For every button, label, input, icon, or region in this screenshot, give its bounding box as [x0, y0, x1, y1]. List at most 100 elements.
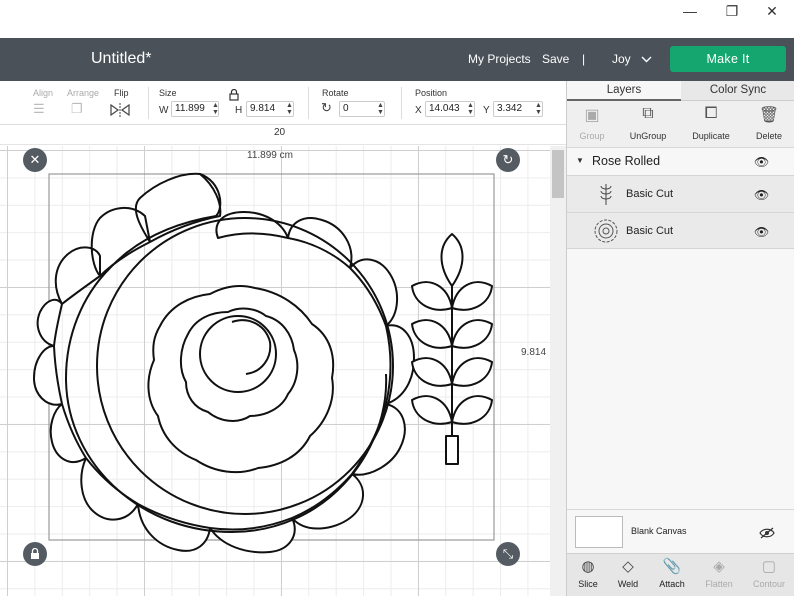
flatten-button[interactable]: ◈ Flatten: [698, 557, 740, 589]
group-name: Rose Rolled: [592, 154, 661, 168]
group-icon: ▣: [584, 107, 600, 124]
eye-icon[interactable]: 👁: [754, 188, 769, 202]
edit-toolbar: Align ☰ Arrange ❐ Flip Size W 11.899 ▲ ▼ …: [0, 81, 566, 125]
paperclip-icon: 📎: [662, 558, 682, 575]
tab-layers[interactable]: Layers: [567, 81, 681, 101]
layer-name: Basic Cut: [626, 225, 674, 237]
attach-button[interactable]: 📎 Attach: [651, 557, 693, 589]
restore-icon: ❐: [725, 2, 739, 19]
eye-hidden-icon[interactable]: [759, 527, 775, 539]
rose-thumbnail: [594, 219, 618, 243]
ungroup-icon: ⧉: [642, 105, 654, 122]
height-label: H: [235, 105, 243, 116]
minimize-button[interactable]: —: [670, 0, 710, 22]
duplicate-icon: ⧠: [704, 105, 718, 122]
artwork[interactable]: [0, 146, 566, 596]
header-divider: |: [582, 52, 586, 66]
duplicate-button[interactable]: ⧠ Duplicate: [683, 105, 739, 141]
layer-row[interactable]: Basic Cut 👁: [567, 212, 794, 249]
duplicate-label: Duplicate: [692, 131, 730, 141]
x-label: X: [415, 105, 422, 116]
layer-group-row[interactable]: ▼ Rose Rolled 👁: [567, 148, 794, 175]
position-y-spinner[interactable]: ▲ ▼: [535, 102, 542, 116]
layers-list: ▼ Rose Rolled 👁 Basic Cut 👁 Basic Cut 👁: [567, 147, 794, 509]
tab-color-sync[interactable]: Color Sync: [681, 81, 794, 101]
trash-icon: 🗑: [758, 107, 780, 124]
restore-button[interactable]: ❐: [712, 0, 752, 22]
arrange-icon[interactable]: ❐: [71, 101, 83, 117]
resize-handle[interactable]: ⤡: [496, 542, 520, 566]
layers-panel: Layers Color Sync ▣ Group ⧉ UnGroup ⧠ Du…: [566, 81, 794, 596]
horizontal-ruler: 20: [0, 125, 566, 145]
flatten-icon: ◈: [713, 558, 725, 575]
panel-tabs: Layers Color Sync: [567, 81, 794, 101]
blank-canvas-row[interactable]: Blank Canvas: [567, 509, 794, 553]
delete-handle[interactable]: ✕: [23, 148, 47, 172]
layer-name: Basic Cut: [626, 188, 674, 200]
group-button[interactable]: ▣ Group: [564, 105, 620, 141]
flatten-label: Flatten: [705, 579, 733, 589]
resize-icon: ⤡: [502, 546, 514, 561]
attach-label: Attach: [659, 579, 685, 589]
height-spinner[interactable]: ▲ ▼: [286, 102, 293, 116]
ungroup-label: UnGroup: [629, 131, 667, 141]
caret-down-icon[interactable]: ▼: [576, 156, 584, 165]
height-dimension: 9.814: [521, 347, 547, 358]
slice-icon: ◍: [581, 558, 595, 575]
chevron-down-icon[interactable]: [641, 56, 652, 63]
save-link[interactable]: Save: [542, 52, 569, 66]
weld-button[interactable]: ◇ Weld: [607, 557, 649, 589]
leaf-branch: [411, 233, 493, 465]
app-header: Untitled* My Projects Save | Joy Make It: [0, 38, 794, 81]
position-label: Position: [415, 88, 448, 98]
blank-canvas-swatch[interactable]: [575, 516, 623, 548]
toolbar-separator: [401, 87, 402, 119]
rotate-handle[interactable]: ↻: [496, 148, 520, 172]
contour-label: Contour: [752, 579, 786, 589]
lock-handle[interactable]: [23, 542, 47, 566]
lock-icon[interactable]: [229, 89, 239, 101]
weld-icon: ◇: [622, 558, 634, 575]
arrange-label: Arrange: [67, 88, 100, 98]
slice-label: Slice: [578, 579, 598, 589]
align-label: Align: [33, 88, 54, 98]
design-canvas[interactable]: [0, 146, 566, 596]
toolbar-separator: [308, 87, 309, 119]
contour-button[interactable]: ▢ Contour: [748, 557, 790, 589]
width-spinner[interactable]: ▲ ▼: [212, 102, 219, 116]
align-icon[interactable]: ☰: [33, 101, 45, 117]
group-label: Group: [579, 131, 605, 141]
rotate-icon: ↻: [321, 100, 332, 115]
make-it-button[interactable]: Make It: [670, 46, 786, 72]
minimize-icon: —: [683, 3, 697, 19]
slice-button[interactable]: ◍ Slice: [567, 557, 609, 589]
close-icon: ✕: [766, 2, 778, 19]
rotate-spinner[interactable]: ▲ ▼: [377, 102, 384, 116]
user-menu[interactable]: Joy: [612, 52, 631, 66]
flip-label: Flip: [114, 88, 129, 98]
position-x-spinner[interactable]: ▲ ▼: [467, 102, 474, 116]
delete-label: Delete: [755, 131, 782, 141]
close-icon: ✕: [29, 152, 41, 167]
flip-icon[interactable]: [110, 103, 130, 117]
my-projects-link[interactable]: My Projects: [468, 52, 531, 66]
bottom-action-bar: ◍ Slice ◇ Weld 📎 Attach ◈ Flatten ▢ Cont…: [567, 553, 794, 596]
ungroup-button[interactable]: ⧉ UnGroup: [620, 105, 676, 141]
document-title[interactable]: Untitled*: [91, 50, 151, 68]
delete-button[interactable]: 🗑 Delete: [741, 105, 794, 141]
close-window-button[interactable]: ✕: [752, 0, 792, 22]
eye-icon[interactable]: 👁: [754, 155, 769, 169]
width-dimension: 11.899 cm: [247, 150, 293, 161]
y-label: Y: [483, 105, 490, 116]
layer-row[interactable]: Basic Cut 👁: [567, 175, 794, 212]
contour-icon: ▢: [761, 558, 777, 575]
scrollbar-thumb[interactable]: [552, 150, 564, 198]
canvas-scrollbar[interactable]: [550, 146, 566, 596]
rotate-label: Rotate: [322, 88, 349, 98]
rotate-icon: ↻: [502, 152, 514, 167]
weld-label: Weld: [617, 579, 639, 589]
width-label: W: [159, 105, 169, 116]
size-label: Size: [159, 88, 177, 98]
eye-icon[interactable]: 👁: [754, 225, 769, 239]
window-titlebar: — ❐ ✕: [0, 0, 794, 38]
